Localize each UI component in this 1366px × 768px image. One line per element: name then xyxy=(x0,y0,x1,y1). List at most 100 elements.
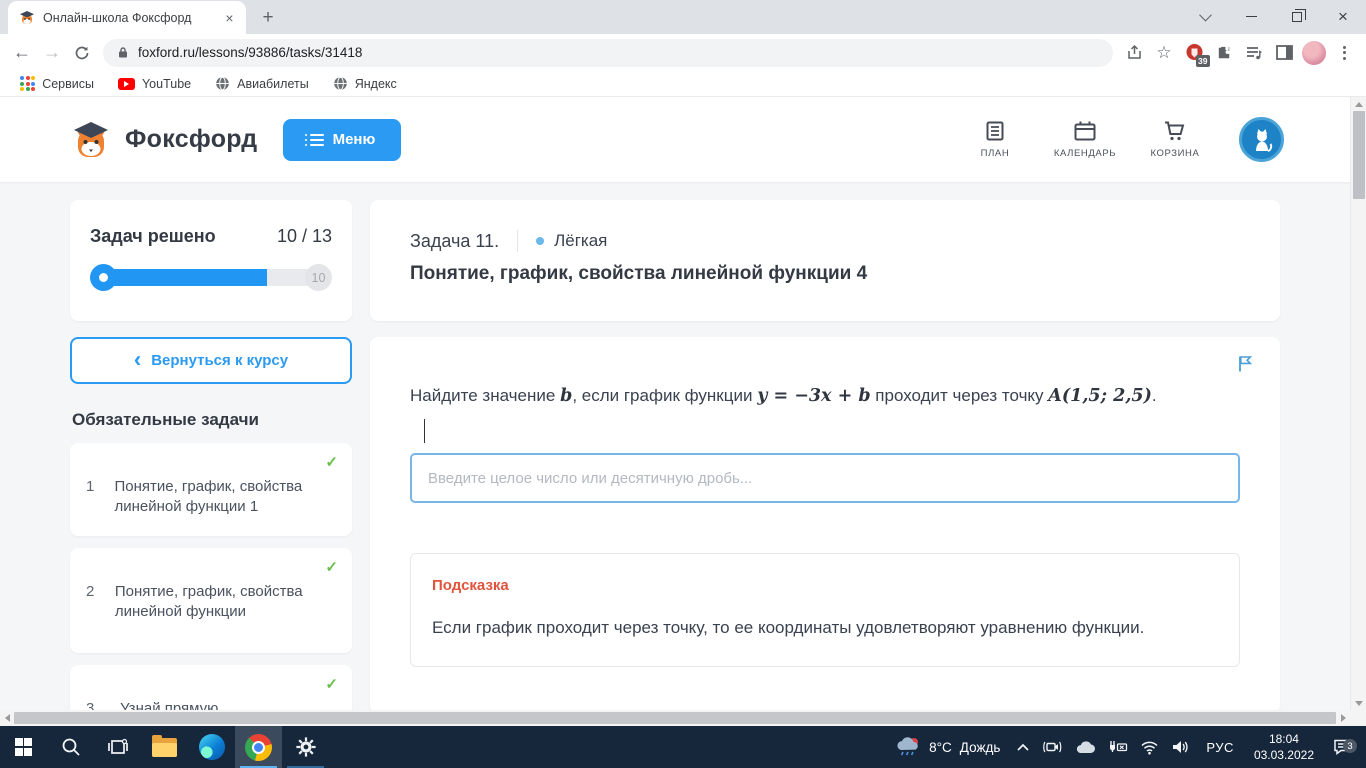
foxford-logo[interactable] xyxy=(70,119,112,161)
system-tray: 8°C Дождь РУС 18:04 03.03.2022 3 xyxy=(886,726,1366,768)
difficulty-dot-icon xyxy=(536,237,545,245)
site-header: Фоксфорд Меню ПЛАН КАЛЕНДАРЬ КОРЗИНА xyxy=(0,97,1350,182)
scroll-right-icon[interactable] xyxy=(1336,710,1350,726)
weather-temp: 8°C xyxy=(929,739,952,755)
new-tab-button[interactable]: + xyxy=(254,4,282,32)
divider xyxy=(517,230,519,252)
bookmark-yandex[interactable]: Яндекс xyxy=(325,74,405,93)
extensions-puzzle-icon[interactable] xyxy=(1209,38,1239,68)
youtube-icon xyxy=(117,77,135,90)
chrome-button[interactable] xyxy=(235,726,282,768)
bookmark-youtube[interactable]: YouTube xyxy=(110,75,199,93)
url-text: foxford.ru/lessons/93886/tasks/31418 xyxy=(138,45,363,60)
minimize-button[interactable] xyxy=(1228,0,1274,33)
hint-title: Подсказка xyxy=(432,577,509,594)
task-list-item-2[interactable]: ✓ 2 Понятие, график, свойства линейной ф… xyxy=(70,547,352,653)
clock[interactable]: 18:04 03.03.2022 xyxy=(1244,731,1324,763)
globe-icon xyxy=(333,76,347,91)
progress-value: 10 / 13 xyxy=(276,226,332,246)
vertical-scroll-thumb[interactable] xyxy=(1353,111,1365,199)
report-flag-icon[interactable] xyxy=(1236,354,1254,379)
horizontal-scroll-thumb[interactable] xyxy=(14,712,1336,724)
browser-tab[interactable]: Онлайн-школа Фоксфорд × xyxy=(8,1,246,34)
horizontal-scrollbar[interactable] xyxy=(0,710,1350,726)
apps-grid-icon xyxy=(20,75,36,92)
windows-logo-icon xyxy=(14,738,33,756)
volume-icon[interactable] xyxy=(1165,739,1196,755)
back-icon[interactable]: ← xyxy=(7,38,37,68)
brand-name[interactable]: Фоксфорд xyxy=(125,125,257,154)
task-list-item-3[interactable]: ✓ 3 Узнай прямую xyxy=(70,664,352,710)
gear-icon xyxy=(295,737,316,757)
language-indicator[interactable]: РУС xyxy=(1196,740,1244,755)
address-bar[interactable]: foxford.ru/lessons/93886/tasks/31418 xyxy=(103,38,1113,67)
folder-icon xyxy=(152,734,177,757)
weather-desc: Дождь xyxy=(959,739,1001,755)
bookmark-services[interactable]: Сервисы xyxy=(12,74,102,93)
check-icon: ✓ xyxy=(325,454,338,471)
user-avatar[interactable] xyxy=(1239,117,1284,162)
restore-button[interactable] xyxy=(1274,0,1320,33)
close-button[interactable]: × xyxy=(1320,0,1366,33)
tab-close-icon[interactable]: × xyxy=(221,9,238,26)
browser-menu-kebab-icon[interactable] xyxy=(1329,38,1359,68)
progress-end-label: 10 xyxy=(305,264,332,291)
battery-status-icon[interactable] xyxy=(1101,740,1134,754)
reload-icon[interactable] xyxy=(67,38,97,68)
start-button[interactable] xyxy=(0,726,47,768)
task-view-button[interactable] xyxy=(94,726,141,768)
wifi-icon[interactable] xyxy=(1134,740,1165,755)
adblock-extension-icon[interactable]: 39 xyxy=(1179,38,1210,68)
scrollbar-corner xyxy=(1350,710,1366,726)
share-icon[interactable] xyxy=(1119,38,1149,68)
tab-search-icon[interactable] xyxy=(1182,0,1228,33)
settings-button[interactable] xyxy=(282,726,329,768)
search-icon xyxy=(62,738,80,756)
weather-widget[interactable]: 8°C Дождь xyxy=(886,736,1010,758)
window-controls: × xyxy=(1182,0,1366,34)
nav-cart[interactable]: КОРЗИНА xyxy=(1137,120,1213,159)
menu-button[interactable]: Меню xyxy=(283,118,402,161)
nav-calendar[interactable]: КАЛЕНДАРЬ xyxy=(1047,120,1123,159)
header-nav: ПЛАН КАЛЕНДАРЬ КОРЗИНА xyxy=(957,120,1213,159)
vertical-scrollbar[interactable] xyxy=(1350,97,1366,710)
edge-icon xyxy=(198,734,225,760)
sidebar-extension-icon[interactable] xyxy=(1269,38,1299,68)
taskbar-search-button[interactable] xyxy=(47,726,94,768)
meet-now-icon[interactable] xyxy=(1036,739,1068,755)
page-viewport: Фоксфорд Меню ПЛАН КАЛЕНДАРЬ КОРЗИНА Зад… xyxy=(0,97,1350,710)
difficulty-label: Лёгкая xyxy=(554,231,608,250)
edge-button[interactable] xyxy=(188,726,235,768)
task-header-card: Задача 11. Лёгкая Понятие, график, свойс… xyxy=(370,200,1280,321)
bookmark-star-icon[interactable]: ☆ xyxy=(1149,38,1179,68)
nav-plan[interactable]: ПЛАН xyxy=(957,120,1033,159)
browser-toolbar: ← → foxford.ru/lessons/93886/tasks/31418… xyxy=(0,34,1366,71)
screen: Онлайн-школа Фоксфорд × + × ← → foxford.… xyxy=(0,0,1366,768)
task-title: Понятие, график, свойства линейной функц… xyxy=(410,263,868,284)
tray-overflow-chevron-icon[interactable] xyxy=(1010,743,1036,752)
onedrive-icon[interactable] xyxy=(1068,740,1101,754)
forward-icon[interactable]: → xyxy=(37,38,67,68)
notification-badge: 3 xyxy=(1343,739,1357,753)
back-to-course-button[interactable]: ‹ Вернуться к курсу xyxy=(70,337,352,384)
file-explorer-button[interactable] xyxy=(141,726,188,768)
progress-card: Задач решено 10 / 13 10 xyxy=(70,200,352,321)
cart-icon xyxy=(1165,121,1185,141)
answer-input[interactable] xyxy=(410,453,1240,503)
task-view-icon xyxy=(107,738,128,754)
scroll-down-icon[interactable] xyxy=(1351,696,1366,710)
scroll-up-icon[interactable] xyxy=(1351,97,1366,111)
calendar-icon xyxy=(1074,121,1096,141)
browser-profile-avatar[interactable] xyxy=(1299,38,1329,68)
weather-rain-icon xyxy=(897,737,919,756)
progress-knob[interactable] xyxy=(90,264,117,291)
scroll-left-icon[interactable] xyxy=(0,710,14,726)
playlist-extension-icon[interactable] xyxy=(1239,38,1269,68)
question-card: Найдите значение b, если график функции … xyxy=(370,337,1280,710)
page-body: Задач решено 10 / 13 10 ‹ Вернуться к ку… xyxy=(0,182,1350,710)
bookmark-avia[interactable]: Авиабилеты xyxy=(207,74,317,93)
action-center-button[interactable]: 3 xyxy=(1324,738,1366,756)
task-list-item-1[interactable]: ✓ 1 Понятие, график, свойства линейной ф… xyxy=(70,443,352,536)
check-icon: ✓ xyxy=(325,558,338,576)
hint-text: Если график проходит через точку, то ее … xyxy=(432,618,1145,637)
